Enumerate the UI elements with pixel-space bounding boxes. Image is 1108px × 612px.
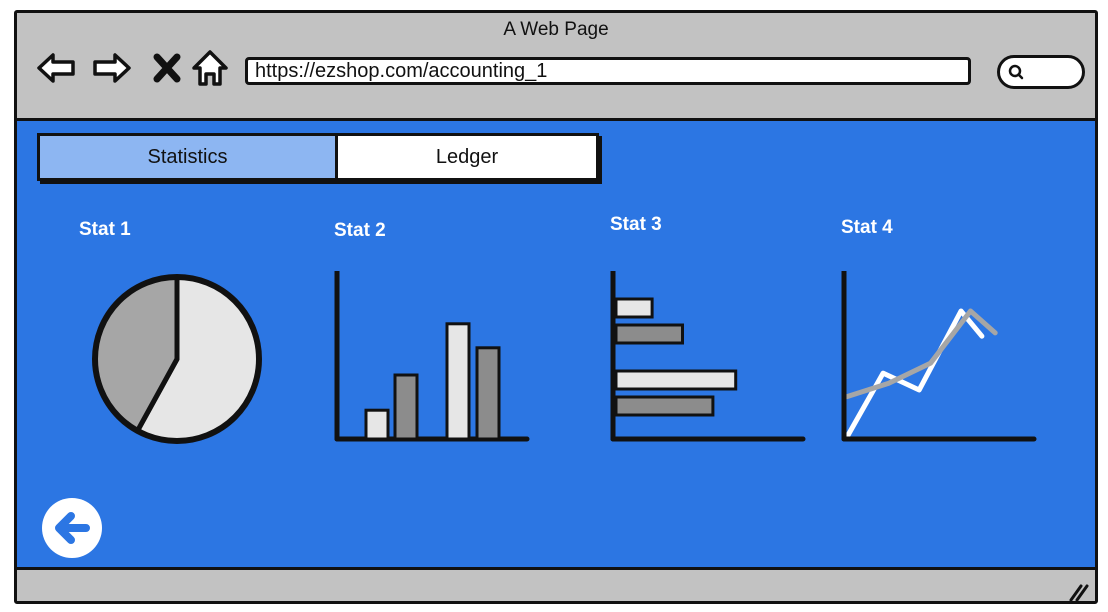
bar bbox=[475, 346, 501, 441]
bar bbox=[614, 395, 715, 417]
tab-bar: Statistics Ledger bbox=[37, 133, 599, 181]
browser-window: A Web Page https://ezshop.com/accounting… bbox=[14, 10, 1098, 604]
horizontal-bar-chart bbox=[610, 271, 806, 442]
search-icon bbox=[1008, 64, 1024, 80]
stat-4-label: Stat 4 bbox=[841, 217, 893, 238]
back-arrow-icon[interactable] bbox=[35, 47, 77, 89]
content-area: Statistics Ledger Stat 1 Stat 2 Stat 3 S… bbox=[17, 118, 1095, 570]
stat-1-label: Stat 1 bbox=[79, 219, 131, 240]
resize-handle-icon[interactable] bbox=[1067, 580, 1089, 602]
bar bbox=[445, 322, 471, 441]
forward-arrow-icon[interactable] bbox=[91, 47, 133, 89]
vertical-bar-chart bbox=[334, 271, 530, 442]
line-chart bbox=[841, 271, 1037, 442]
bar bbox=[393, 373, 419, 441]
url-input[interactable]: https://ezshop.com/accounting_1 bbox=[245, 57, 971, 85]
series-line-1 bbox=[844, 308, 985, 440]
bar bbox=[614, 297, 654, 319]
bar bbox=[614, 323, 684, 345]
home-icon[interactable] bbox=[189, 47, 231, 89]
circle-arrow-left-icon bbox=[42, 498, 102, 558]
window-title: A Web Page bbox=[503, 19, 609, 40]
stat-2-label: Stat 2 bbox=[334, 220, 386, 241]
tab-ledger[interactable]: Ledger bbox=[338, 136, 596, 178]
search-input[interactable] bbox=[997, 55, 1085, 89]
back-button[interactable] bbox=[39, 495, 105, 561]
bar bbox=[614, 369, 738, 391]
tab-statistics[interactable]: Statistics bbox=[40, 136, 338, 178]
pie-chart bbox=[92, 274, 262, 444]
stop-x-icon[interactable] bbox=[147, 47, 189, 89]
status-bar bbox=[17, 570, 1095, 602]
stat-3-label: Stat 3 bbox=[610, 214, 662, 235]
bar bbox=[364, 408, 390, 441]
